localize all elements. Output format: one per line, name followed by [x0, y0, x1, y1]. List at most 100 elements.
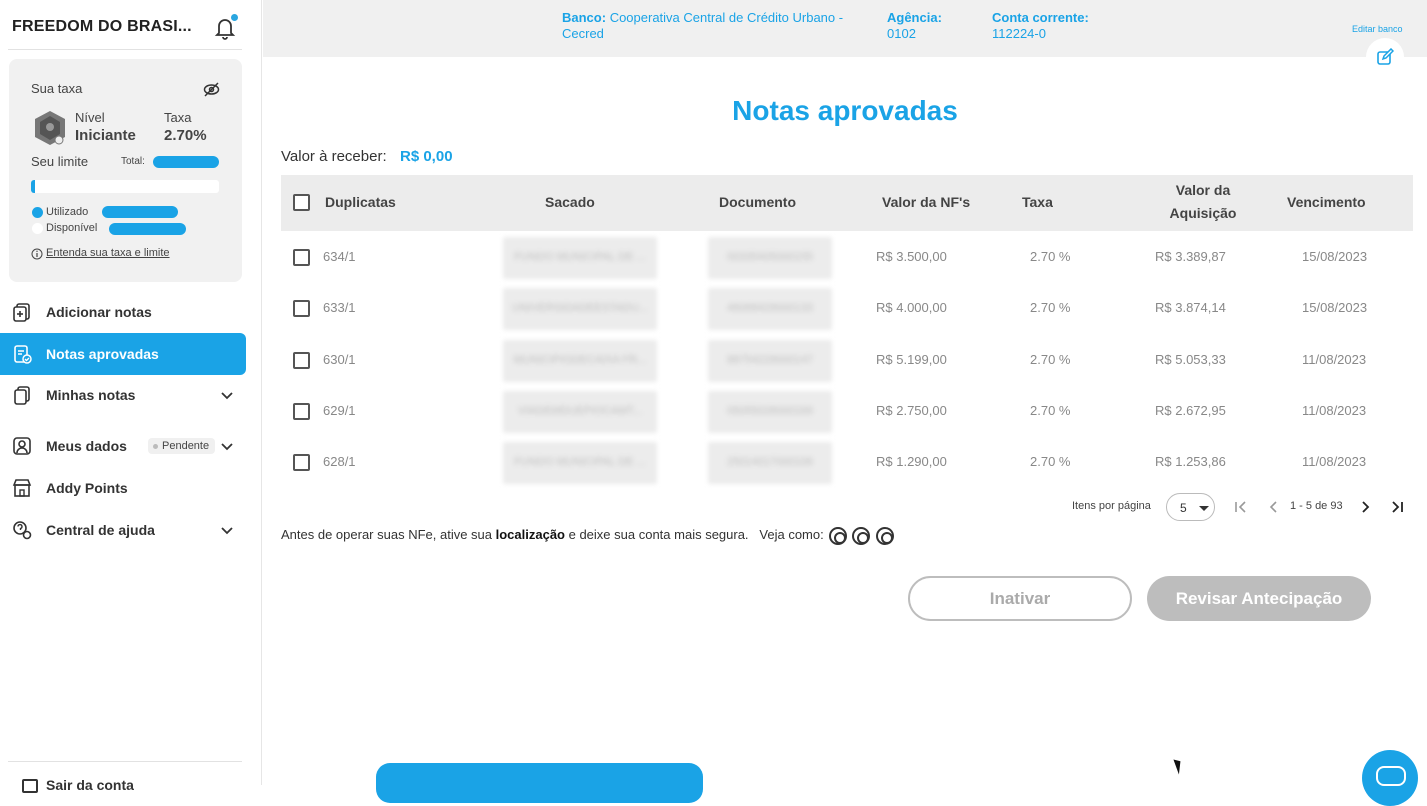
table-row[interactable]: 634/1 FUNDO MUNICIPAL DE ... 0033540500015… [281, 232, 1413, 283]
row-checkbox[interactable] [293, 351, 310, 369]
sidebar-item-meus-dados[interactable]: Meus dados Pendente [0, 425, 246, 467]
sidebar-item-addy-points[interactable]: Addy Points [0, 467, 246, 509]
logout-icon [22, 779, 38, 793]
column-header-valor-aquisicao[interactable]: Valor da Aquisição [1161, 179, 1245, 225]
divider [8, 761, 242, 762]
sidebar-item-label: Adicionar notas [46, 304, 152, 320]
items-per-page-value: 5 [1180, 501, 1187, 515]
last-page-icon[interactable] [1389, 499, 1405, 515]
cell-valor-nf: R$ 3.500,00 [876, 249, 947, 264]
cell-documento-text: 88754229000147 [727, 353, 813, 366]
account: Conta corrente: 112224-0 [992, 10, 1089, 42]
safari-icon[interactable] [852, 527, 870, 545]
chrome-icon[interactable] [829, 527, 847, 545]
sidebar-item-minhas-notas[interactable]: Minhas notas [0, 374, 246, 416]
chevron-down-icon [221, 443, 233, 451]
table-row[interactable]: 630/1 MUNICIPIODECAIXA FR... 8875422900014… [281, 335, 1413, 386]
cell-documento-text: 05055028000169 [727, 404, 813, 417]
column-header-taxa[interactable]: Taxa [1022, 191, 1053, 214]
previous-page-icon[interactable] [1266, 499, 1282, 515]
cell-valor-aquisicao: R$ 1.253,86 [1155, 454, 1226, 470]
cell-valor-nf: R$ 1.290,00 [876, 454, 947, 470]
cell-documento-text: 25014017000106 [727, 456, 813, 469]
chevron-down-icon [221, 392, 233, 400]
items-per-page-label: Itens por página [1072, 500, 1151, 512]
account-label: Conta corrente: [992, 10, 1089, 25]
row-checkbox[interactable] [293, 454, 310, 472]
level-value: Iniciante [75, 127, 136, 144]
total-label: Total: [121, 156, 145, 167]
eye-off-icon[interactable] [203, 81, 220, 98]
cell-documento: 25014017000106 [708, 442, 832, 485]
brand-name: FREEDOM DO BRASI... [12, 18, 192, 35]
column-header-vencimento[interactable]: Vencimento [1287, 191, 1366, 214]
total-value-hidden [153, 156, 219, 168]
column-header-documento[interactable]: Documento [719, 191, 796, 214]
cell-vencimento: 15/08/2023 [1302, 300, 1368, 316]
edit-bank-link[interactable]: Editar banco [1352, 24, 1403, 34]
rate-label: Taxa [164, 110, 192, 125]
inactivate-button[interactable]: Inativar [908, 576, 1132, 621]
cell-duplicata: 629/1 [323, 402, 356, 418]
row-checkbox[interactable] [293, 249, 310, 266]
sidebar-item-label: Notas aprovadas [46, 346, 159, 362]
cell-sacado: UNIVERSIDADEESTADU... [503, 288, 657, 331]
row-checkbox[interactable] [293, 402, 310, 420]
sidebar-item-adicionar-notas[interactable]: Adicionar notas [0, 291, 246, 333]
cell-valor-aquisicao: R$ 2.672,95 [1155, 402, 1226, 418]
status-badge: Pendente [148, 438, 216, 454]
cell-vencimento: 11/08/2023 [1302, 402, 1367, 418]
rate-card-title: Sua taxa [31, 81, 83, 96]
rate-value: 2.70% [164, 127, 207, 144]
amount-receivable-label: Valor à receber: [281, 148, 387, 165]
table-header: Duplicatas Sacado Documento Valor da NF'… [281, 175, 1413, 231]
cell-vencimento: 11/08/2023 [1302, 454, 1367, 470]
divider [8, 49, 242, 50]
logout-link[interactable]: Sair da conta [46, 777, 134, 793]
cell-documento-text: 46068429000133 [727, 302, 813, 315]
used-value-hidden [102, 206, 178, 218]
column-header-valor-nf[interactable]: Valor da NF's [882, 191, 970, 214]
header-line: Aquisição [1169, 205, 1237, 221]
header-line: Valor da [1175, 182, 1231, 198]
next-page-icon[interactable] [1357, 499, 1373, 515]
rate-info-link[interactable]: Entenda sua taxa e limite [46, 247, 170, 259]
items-per-page-select[interactable]: 5 [1166, 493, 1215, 521]
sidebar-item-label: Minhas notas [46, 387, 136, 403]
row-checkbox[interactable] [293, 300, 310, 318]
cell-taxa: 2.70 % [1030, 454, 1071, 470]
cell-documento-text: 00335405000155 [727, 251, 813, 263]
first-page-icon[interactable] [1233, 499, 1249, 515]
sidebar-item-central-de-ajuda[interactable]: Central de ajuda [0, 509, 246, 551]
select-all-checkbox[interactable] [293, 194, 310, 211]
bottom-banner[interactable] [376, 763, 703, 803]
agency-value: 0102 [887, 26, 916, 41]
review-anticipation-button[interactable]: Revisar Antecipação [1147, 576, 1371, 621]
table-row[interactable]: 628/1 FUNDO MUNICIPAL DE ... 2501401700010… [281, 437, 1413, 488]
rate-card: Sua taxa Nível Iniciante Taxa 2.70% Seu … [9, 59, 242, 282]
chat-button[interactable] [1362, 750, 1418, 806]
cell-vencimento: 15/08/2023 [1302, 249, 1368, 264]
bank-info-bar: Banco: Cooperativa Central de Crédito Ur… [263, 0, 1427, 76]
column-header-sacado[interactable]: Sacado [545, 191, 595, 214]
bank-label: Banco: [562, 10, 607, 25]
table-row[interactable]: 629/1 VIAGEMDUEPIOCAMT... 05055028000169 R$… [281, 386, 1413, 437]
bank-name: Banco: Cooperativa Central de Crédito Ur… [562, 10, 852, 42]
level-label: Nível [75, 110, 105, 125]
cell-documento: 05055028000169 [708, 390, 832, 433]
sidebar-item-notas-aprovadas[interactable]: Notas aprovadas [0, 333, 246, 375]
add-document-icon [13, 303, 30, 322]
edit-bank-button[interactable] [1366, 38, 1404, 76]
edge-icon[interactable] [876, 527, 894, 545]
used-legend-dot [32, 207, 43, 218]
sidebar-item-label: Addy Points [46, 480, 128, 496]
cell-taxa: 2.70 % [1030, 402, 1071, 418]
info-icon [31, 248, 43, 260]
table-row[interactable]: 633/1 UNIVERSIDADEESTADU... 46068429000133… [281, 283, 1413, 334]
cell-sacado-text: UNIVERSIDADEESTADU... [512, 302, 648, 315]
notice-text: Antes de operar suas NFe, ative sua [281, 527, 496, 542]
sidebar-item-label: Central de ajuda [46, 522, 155, 538]
cell-taxa: 2.70 % [1030, 249, 1071, 264]
limit-progress-fill [31, 180, 35, 193]
column-header-duplicatas[interactable]: Duplicatas [325, 191, 396, 214]
